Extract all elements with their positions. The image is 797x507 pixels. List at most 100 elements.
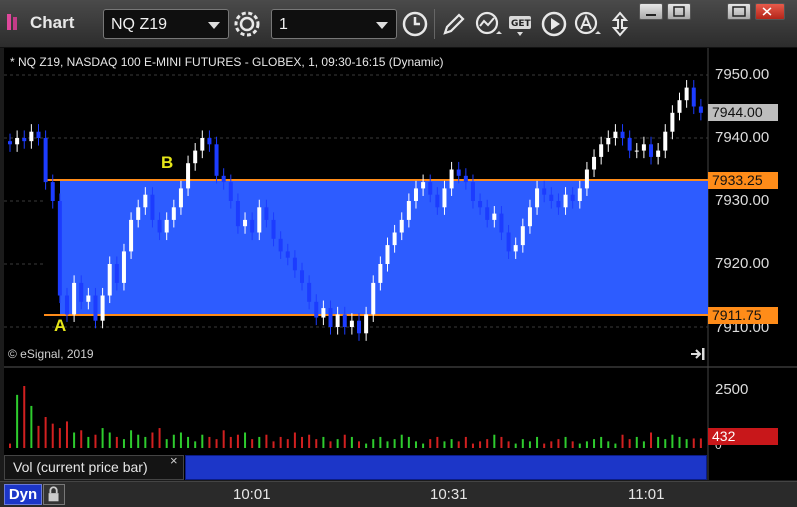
- alert-icon[interactable]: [573, 10, 601, 38]
- title-bar: Chart NQ Z19 1 GET: [0, 0, 797, 48]
- volume-bar: [628, 439, 631, 448]
- chevron-down-icon[interactable]: [376, 22, 388, 29]
- candle-body: [527, 207, 532, 227]
- copyright-text: © eSignal, 2019: [8, 347, 94, 361]
- x-tick-label: 11:01: [628, 486, 665, 503]
- candle-body: [186, 163, 191, 189]
- volume-bar: [543, 443, 546, 448]
- volume-bar: [678, 436, 681, 448]
- candle-body: [178, 188, 183, 208]
- volume-tick-label: 2500: [715, 381, 749, 398]
- volume-bar: [614, 443, 617, 448]
- candle-body: [584, 169, 589, 189]
- candle-body: [64, 295, 69, 315]
- dynamic-mode-button[interactable]: Dyn: [4, 484, 42, 505]
- volume-bar: [194, 441, 197, 448]
- candle-body: [463, 175, 468, 183]
- lock-icon[interactable]: [43, 484, 65, 505]
- candle-body: [684, 87, 689, 101]
- candle-body: [549, 194, 554, 201]
- volume-bar: [73, 432, 76, 448]
- volume-bar: [215, 439, 218, 448]
- candle-body: [278, 238, 283, 252]
- restore-icon[interactable]: [727, 3, 751, 20]
- close-icon[interactable]: [755, 3, 785, 20]
- maximize-icon[interactable]: [667, 3, 691, 20]
- app-logo-icon: [7, 14, 17, 30]
- time-axis-bar: Dyn 10:01 10:31 11:01: [0, 481, 797, 507]
- candle-body: [691, 87, 696, 107]
- candle-body: [150, 194, 155, 220]
- minimize-icon[interactable]: [639, 3, 663, 20]
- interval-combo[interactable]: 1: [271, 9, 397, 39]
- play-icon[interactable]: [540, 10, 568, 38]
- candle-body: [307, 282, 312, 302]
- candle-body: [57, 201, 62, 296]
- move-icon[interactable]: [606, 10, 634, 38]
- candle-body: [413, 188, 418, 201]
- volume-bar: [236, 434, 239, 448]
- volume-bar: [201, 434, 204, 448]
- volume-bar: [500, 436, 503, 448]
- candle-body: [421, 182, 426, 189]
- candle-body: [599, 144, 604, 157]
- candle-body: [221, 175, 226, 183]
- candle-body: [335, 314, 340, 327]
- candle-body: [129, 219, 134, 252]
- candle-body: [22, 138, 27, 142]
- candle-body: [456, 169, 461, 176]
- volume-bar: [443, 441, 446, 448]
- volume-bar: [222, 430, 225, 448]
- gear-icon[interactable]: [233, 10, 261, 38]
- candle-body: [406, 201, 411, 220]
- volume-bar: [108, 432, 111, 448]
- volume-bar: [158, 428, 161, 448]
- volume-bar: [621, 434, 624, 448]
- candle-body: [641, 144, 646, 151]
- clock-icon[interactable]: [401, 10, 429, 38]
- x-tick-label: 10:31: [430, 486, 468, 503]
- candle-body: [285, 251, 290, 258]
- candle-body: [143, 194, 148, 208]
- candle-body: [449, 169, 454, 189]
- volume-study-bar[interactable]: [185, 455, 707, 480]
- y-tick-label: 7930.00: [715, 192, 770, 209]
- study-icon[interactable]: [474, 10, 502, 38]
- pencil-icon[interactable]: [440, 10, 468, 38]
- volume-bar: [671, 434, 674, 448]
- scroll-to-end-icon[interactable]: [689, 346, 707, 362]
- candle-body: [214, 144, 219, 176]
- candle-body: [235, 201, 240, 227]
- volume-bar: [386, 441, 389, 448]
- candle-body: [670, 112, 675, 132]
- volume-bar: [187, 436, 190, 448]
- volume-bar: [350, 436, 353, 448]
- get-icon[interactable]: GET: [507, 10, 535, 38]
- candle-body: [563, 194, 568, 208]
- volume-bar: [607, 441, 610, 448]
- candle-body: [342, 314, 347, 327]
- candle-body: [50, 182, 55, 201]
- candle-body: [107, 264, 112, 296]
- close-study-icon[interactable]: ×: [170, 453, 178, 468]
- volume-bar: [308, 434, 311, 448]
- volume-bar: [101, 428, 104, 448]
- volume-bar: [379, 436, 382, 448]
- volume-bar: [365, 443, 368, 448]
- candle-body: [378, 264, 383, 283]
- chart-panel[interactable]: * NQ Z19, NASDAQ 100 E-MINI FUTURES - GL…: [4, 48, 797, 480]
- candle-body: [649, 144, 654, 157]
- chevron-down-icon[interactable]: [208, 22, 220, 29]
- volume-study-label[interactable]: Vol (current price bar): [4, 455, 184, 480]
- symbol-combo[interactable]: NQ Z19: [103, 9, 229, 39]
- volume-bar: [578, 443, 581, 448]
- candle-body: [542, 188, 547, 195]
- candle-body: [357, 320, 361, 334]
- price-chart-canvas[interactable]: [4, 48, 797, 480]
- volume-bar: [94, 434, 97, 448]
- volume-bar: [9, 443, 11, 448]
- volume-bar: [429, 439, 432, 448]
- volume-bar: [229, 436, 232, 448]
- volume-bar: [65, 421, 68, 448]
- volume-bar: [400, 434, 403, 448]
